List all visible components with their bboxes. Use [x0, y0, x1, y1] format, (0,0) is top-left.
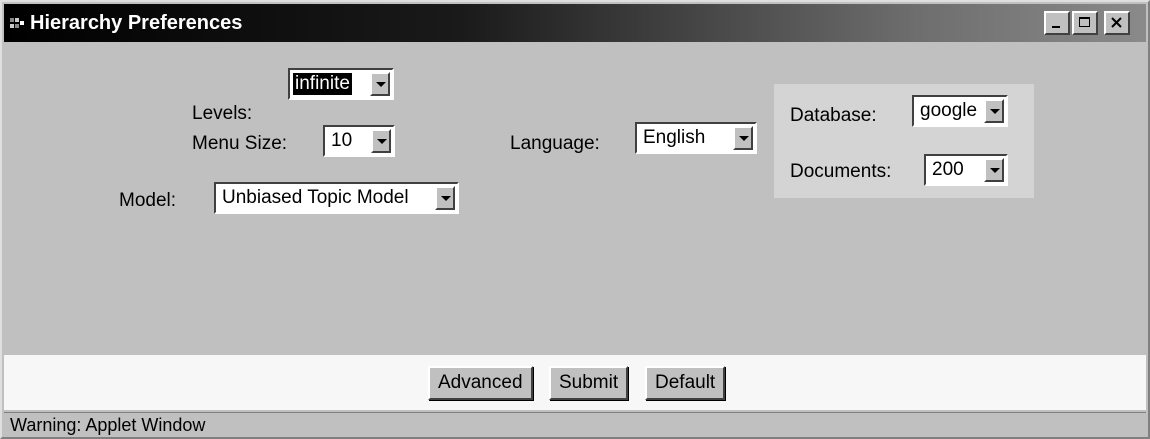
menu-size-dropdown-button[interactable] [371, 129, 391, 153]
documents-dropdown-button[interactable] [984, 158, 1004, 182]
chevron-down-icon [990, 168, 1000, 173]
chevron-down-icon [376, 82, 386, 87]
documents-label: Documents: [790, 161, 892, 182]
close-icon [1111, 17, 1122, 28]
model-value: Unbiased Topic Model [222, 187, 409, 208]
language-label: Language: [510, 133, 600, 154]
database-panel: Database: google Documents: 200 [774, 84, 1034, 198]
window-title: Hierarchy Preferences [30, 12, 243, 34]
documents-select[interactable]: 200 [924, 154, 1008, 186]
menu-size-value: 10 [331, 130, 353, 151]
levels-dropdown-button[interactable] [370, 72, 390, 96]
documents-value: 200 [932, 159, 964, 180]
status-text: Warning: Applet Window [10, 415, 206, 435]
model-dropdown-button[interactable] [435, 186, 455, 210]
preferences-window: Hierarchy Preferences Levels: infinite M… [0, 0, 1150, 439]
language-dropdown-button[interactable] [733, 126, 753, 150]
status-bar: Warning: Applet Window [4, 412, 1146, 437]
language-select[interactable]: English [635, 122, 757, 154]
close-button[interactable] [1104, 11, 1130, 35]
chevron-down-icon [441, 196, 451, 201]
minimize-icon [1052, 26, 1060, 28]
levels-label: Levels: [192, 103, 253, 124]
chevron-down-icon [739, 136, 749, 141]
maximize-button[interactable] [1072, 11, 1098, 35]
maximize-icon [1079, 17, 1090, 27]
menu-size-select[interactable]: 10 [323, 125, 395, 157]
button-bar: Advanced Submit Default [4, 355, 1146, 410]
minimize-button[interactable] [1044, 11, 1070, 35]
language-value: English [643, 127, 706, 148]
default-button[interactable]: Default [645, 366, 726, 400]
database-dropdown-button[interactable] [984, 99, 1004, 123]
database-value: google [920, 100, 978, 121]
database-label: Database: [790, 105, 877, 126]
chevron-down-icon [377, 139, 387, 144]
chevron-down-icon [990, 109, 1000, 114]
title-bar[interactable]: Hierarchy Preferences [4, 4, 1146, 42]
submit-button[interactable]: Submit [549, 366, 629, 400]
database-select[interactable]: google [912, 95, 1008, 127]
model-label: Model: [119, 190, 177, 211]
advanced-button[interactable]: Advanced [428, 366, 533, 400]
model-select[interactable]: Unbiased Topic Model [214, 182, 459, 214]
levels-value: infinite [292, 72, 353, 96]
app-icon [10, 17, 24, 29]
levels-select[interactable]: infinite [288, 68, 394, 100]
menu-size-label: Menu Size: [192, 133, 288, 154]
